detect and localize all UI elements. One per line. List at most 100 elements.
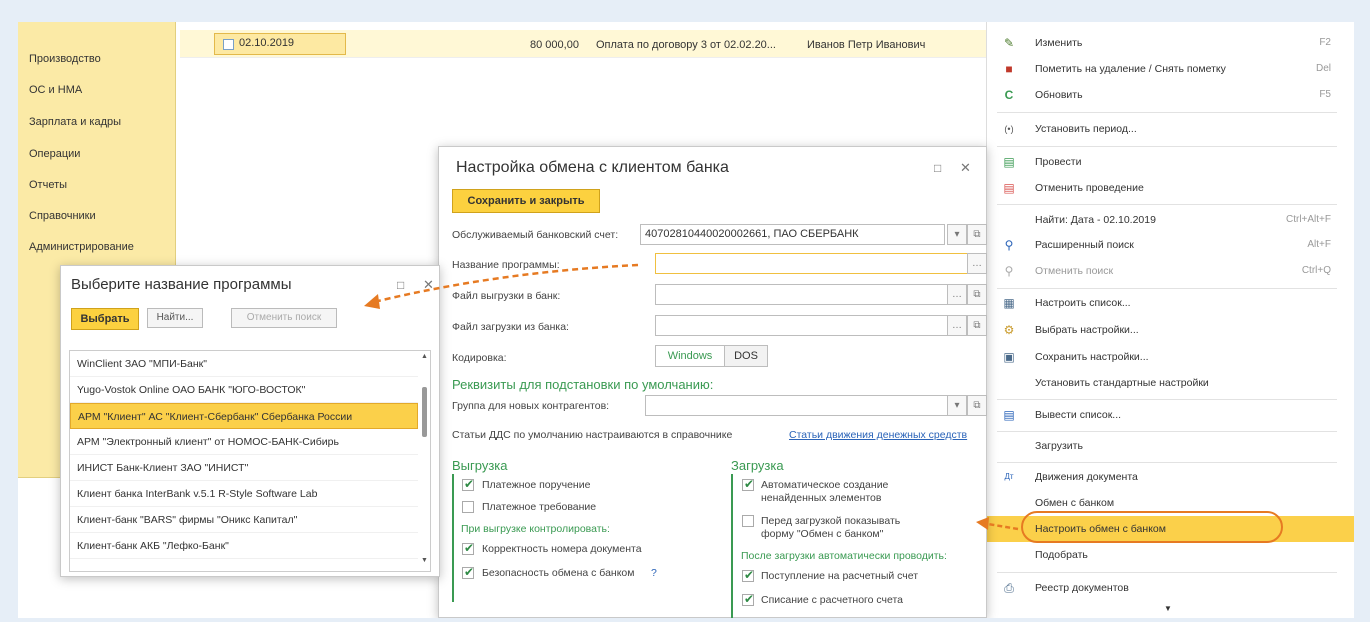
menu-item-find-date[interactable]: Найти: Дата - 02.10.2019 Ctrl+Alt+F — [987, 207, 1354, 233]
menu-item-doc-registry[interactable]: ⎙ Реестр документов — [987, 575, 1354, 601]
encoding-windows[interactable]: Windows — [655, 345, 725, 367]
open-icon[interactable]: ⧉ — [967, 284, 987, 305]
receipt-checkbox[interactable] — [742, 568, 754, 582]
auto-create-checkbox[interactable] — [742, 477, 754, 491]
save-close-button[interactable]: Сохранить и закрыть — [452, 189, 600, 213]
menu-item-unpost[interactable]: ▤ Отменить проведение — [987, 175, 1354, 201]
post-header: После загрузки автоматически проводить: — [741, 550, 947, 562]
sidebar-item-operations[interactable]: Операции — [29, 148, 80, 160]
doc-number-checkbox[interactable] — [462, 541, 474, 555]
list-item[interactable]: ИНИСТ Банк-Клиент ЗАО "ИНИСТ" — [70, 455, 418, 481]
show-form-checkbox[interactable] — [742, 515, 754, 527]
movements-icon: Дт — [1004, 472, 1014, 481]
row-purpose: Оплата по договору 3 от 02.02.20... — [596, 39, 776, 51]
sidebar-item-os-nma[interactable]: ОС и НМА — [29, 84, 82, 96]
menu-item-select[interactable]: Подобрать — [987, 542, 1354, 568]
sidebar-item-admin[interactable]: Администрирование — [29, 241, 134, 253]
scrollbar[interactable]: ▲ ▼ — [420, 351, 430, 571]
menu-item-set-period[interactable]: (•) Установить период... — [987, 116, 1354, 142]
menu-item-refresh[interactable]: C Обновить F5 — [987, 82, 1354, 108]
menu-shortcut: Alt+F — [1307, 239, 1331, 250]
menu-label: Отменить проведение — [1035, 182, 1144, 194]
menu-item-choose-settings[interactable]: ⚙ Выбрать настройки... — [987, 317, 1354, 343]
help-icon[interactable]: ? — [651, 567, 657, 580]
menu-separator — [997, 288, 1337, 289]
list-item-selected[interactable]: АРМ "Клиент" АС "Клиент-Сбербанк" Сберба… — [70, 403, 418, 429]
list-item[interactable]: АРМ "Электронный клиент" от НОМОС-БАНК-С… — [70, 429, 418, 455]
payment-request-checkbox[interactable] — [462, 501, 474, 513]
menu-label: Найти: Дата - 02.10.2019 — [1035, 214, 1156, 226]
list-item[interactable]: Клиент банка InterBank v.5.1 R-Style Sof… — [70, 481, 418, 507]
menu-item-list-settings[interactable]: ▦ Настроить список... — [987, 290, 1354, 316]
encoding-label: Кодировка: — [452, 352, 507, 364]
menu-item-output-list[interactable]: ▤ Вывести список... — [987, 402, 1354, 428]
menu-item-load[interactable]: Загрузить — [987, 433, 1354, 459]
security-checkbox[interactable] — [462, 565, 474, 579]
select-button[interactable]: … — [967, 253, 987, 274]
export-header: Выгрузка — [452, 458, 508, 473]
maximize-icon[interactable]: □ — [397, 278, 404, 292]
menu-shortcut: Ctrl+Alt+F — [1285, 214, 1331, 225]
menu-item-edit[interactable]: ✎ Изменить F2 — [987, 30, 1354, 56]
group-label: Группа для новых контрагентов: — [452, 400, 610, 412]
account-field[interactable]: 40702810440020002661, ПАО СБЕРБАНК — [640, 224, 945, 245]
close-icon[interactable]: ✕ — [960, 160, 971, 176]
date-cell[interactable]: 02.10.2019 — [214, 33, 346, 55]
chevron-down-icon[interactable]: ▾ — [947, 224, 967, 245]
receipt-label: Поступление на расчетный счет — [761, 570, 919, 582]
list-item[interactable]: Yugo-Vostok Online ОАО БАНК "ЮГО-ВОСТОК" — [70, 377, 418, 403]
choose-settings-icon: ⚙ — [1003, 323, 1015, 337]
menu-item-cancel-search[interactable]: ⚲ Отменить поиск Ctrl+Q — [987, 258, 1354, 284]
sidebar-item-salary[interactable]: Зарплата и кадры — [29, 116, 121, 128]
choose-button[interactable]: Выбрать — [71, 308, 139, 330]
menu-item-movements[interactable]: Дт Движения документа — [987, 464, 1354, 490]
browse-button[interactable]: … — [947, 284, 967, 305]
maximize-icon[interactable]: □ — [934, 161, 941, 175]
menu-item-save-settings[interactable]: ▣ Сохранить настройки... — [987, 344, 1354, 370]
menu-item-post[interactable]: ▤ Провести — [987, 149, 1354, 175]
app-canvas: Производство ОС и НМА Зарплата и кадры О… — [18, 22, 1354, 618]
list-item[interactable]: Клиент-банк АКБ "Лефко-Банк" — [70, 533, 418, 559]
output-list-icon: ▤ — [1003, 408, 1015, 422]
menu-label: Реестр документов — [1035, 582, 1129, 594]
menu-separator — [997, 572, 1337, 573]
open-icon[interactable]: ⧉ — [967, 395, 987, 416]
scroll-thumb[interactable] — [422, 387, 427, 437]
cancel-search-button[interactable]: Отменить поиск — [231, 308, 337, 328]
menu-item-advanced-search[interactable]: ⚲ Расширенный поиск Alt+F — [987, 232, 1354, 258]
import-file-field[interactable] — [655, 315, 948, 336]
menu-item-mark-delete[interactable]: ■ Пометить на удаление / Снять пометку D… — [987, 56, 1354, 82]
delete-mark-icon: ■ — [1005, 62, 1013, 76]
writeoff-checkbox[interactable] — [742, 592, 754, 606]
menu-label: Настроить список... — [1035, 297, 1131, 309]
chevron-down-icon[interactable]: ▾ — [947, 395, 967, 416]
menu-label: Отменить поиск — [1035, 265, 1114, 277]
program-field[interactable] — [655, 253, 968, 274]
find-button[interactable]: Найти... — [147, 308, 203, 328]
export-file-label: Файл выгрузки в банк: — [452, 290, 561, 302]
list-item[interactable]: WinClient ЗАО "МПИ-Банк" — [70, 351, 418, 377]
sidebar-item-production[interactable]: Производство — [29, 53, 101, 65]
highlight-oval — [1021, 511, 1283, 543]
open-icon[interactable]: ⧉ — [967, 315, 987, 336]
payment-order-checkbox[interactable] — [462, 477, 474, 491]
encoding-dos[interactable]: DOS — [724, 345, 768, 367]
close-icon[interactable]: ✕ — [423, 277, 434, 293]
show-form-label: Перед загрузкой показывать — [761, 515, 901, 527]
browse-button[interactable]: … — [947, 315, 967, 336]
dds-link[interactable]: Статьи движения денежных средств — [789, 429, 967, 441]
menu-label: Движения документа — [1035, 471, 1138, 483]
select-title: Выберите название программы — [71, 276, 292, 293]
group-field[interactable] — [645, 395, 948, 416]
scroll-down-icon[interactable]: ▼ — [421, 557, 428, 564]
menu-item-default-settings[interactable]: Установить стандартные настройки — [987, 370, 1354, 396]
open-icon[interactable]: ⧉ — [967, 224, 987, 245]
sidebar-item-reports[interactable]: Отчеты — [29, 179, 67, 191]
scroll-up-icon[interactable]: ▲ — [421, 353, 428, 360]
table-row[interactable]: 02.10.2019 80 000,00 Оплата по договору … — [180, 30, 1000, 58]
post-icon: ▤ — [1003, 155, 1015, 169]
list-item[interactable]: Клиент-банк "BARS" фирмы "Оникс Капитал" — [70, 507, 418, 533]
export-file-field[interactable] — [655, 284, 948, 305]
sidebar-item-catalogs[interactable]: Справочники — [29, 210, 96, 222]
scroll-down-icon[interactable]: ▼ — [1164, 604, 1172, 613]
